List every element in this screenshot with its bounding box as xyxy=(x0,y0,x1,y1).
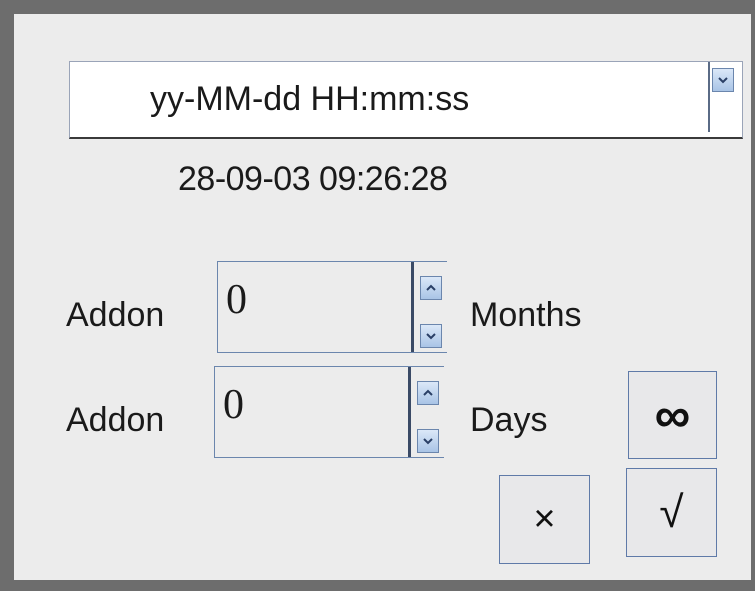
chevron-up-icon xyxy=(422,389,433,396)
chevron-up-icon xyxy=(425,284,436,291)
decrement-months-button[interactable] xyxy=(419,324,442,348)
datetime-panel: yy-MM-dd HH:mm:ss 28-09-03 09:26:28 Addo… xyxy=(14,14,751,580)
confirm-button[interactable]: √ xyxy=(626,468,717,557)
chevron-down-icon xyxy=(425,333,436,340)
addon-days-label: Addon xyxy=(66,401,165,439)
addon-months-label: Addon xyxy=(66,296,165,334)
addon-days-unit: Days xyxy=(470,401,548,439)
addon-days-stepper[interactable] xyxy=(408,367,444,457)
increment-days-button[interactable] xyxy=(416,381,439,405)
addon-months-value: 0 xyxy=(226,277,247,323)
date-format-value: yy-MM-dd HH:mm:ss xyxy=(150,80,470,118)
infinity-button[interactable]: ∞ xyxy=(628,371,717,459)
chevron-down-icon xyxy=(422,438,433,445)
addon-months-stepper[interactable] xyxy=(411,262,447,352)
addon-months-unit: Months xyxy=(470,296,582,334)
addon-days-input[interactable]: 0 xyxy=(214,366,444,458)
addon-days-value: 0 xyxy=(223,382,244,428)
chevron-down-icon xyxy=(712,68,734,92)
date-format-select[interactable]: yy-MM-dd HH:mm:ss xyxy=(69,61,743,139)
increment-months-button[interactable] xyxy=(419,276,442,300)
current-datetime: 28-09-03 09:26:28 xyxy=(178,160,448,198)
cancel-button[interactable]: × xyxy=(499,475,590,564)
decrement-days-button[interactable] xyxy=(416,429,439,453)
addon-months-input[interactable]: 0 xyxy=(217,261,447,353)
date-format-dropdown-button[interactable] xyxy=(708,62,736,132)
